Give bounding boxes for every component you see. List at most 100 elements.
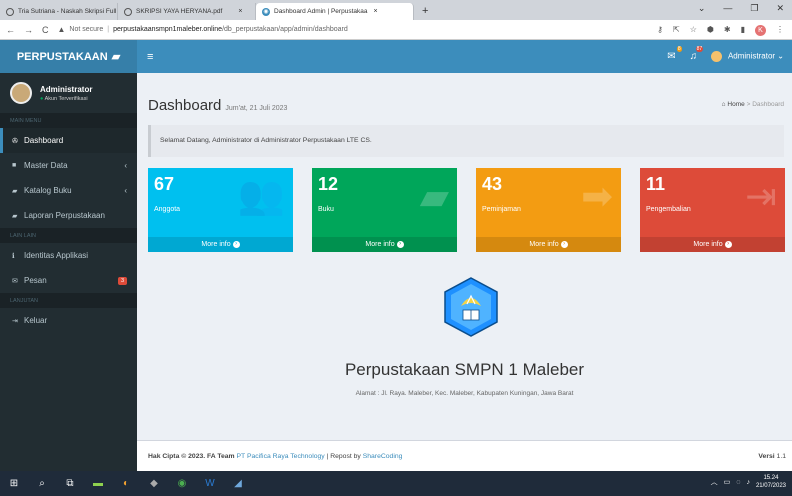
- search-icon[interactable]: ⌕: [28, 471, 56, 496]
- sidebar-item-katalog-buku[interactable]: ▰ Katalog Buku ‹: [0, 178, 137, 203]
- page-date: Jum'at, 21 Juli 2023: [225, 105, 288, 112]
- stat-boxes: 67 Anggota 👥 More info › 12 Buku ▰ More …: [148, 168, 788, 252]
- app-logo[interactable]: PERPUSTAKAAN ▰: [0, 40, 137, 73]
- volume-icon[interactable]: ♪: [746, 479, 750, 486]
- browser-tab-1[interactable]: Tria Sutriana - Naskah Skripsi Full ×: [0, 3, 118, 20]
- chrome-icon[interactable]: ◉: [168, 471, 196, 496]
- windows-taskbar: ⊞ ⌕ ⧉ ▬ ◐ ◆ ◉ W ◢ ︿ ▭ ◌ ♪ 15.24 21/07/20…: [0, 471, 792, 496]
- bell-icon[interactable]: ♫ 87: [690, 46, 704, 62]
- security-label[interactable]: Not secure: [69, 26, 103, 33]
- online-dot-icon: ●: [40, 95, 44, 102]
- site-favicon: ◉: [262, 7, 270, 16]
- chevron-down-icon[interactable]: ⌄: [698, 3, 706, 14]
- browser-tab-strip: Tria Sutriana - Naskah Skripsi Full × SK…: [0, 0, 792, 20]
- sidebar-item-dashboard[interactable]: ✇ Dashboard: [0, 128, 137, 153]
- profile-avatar[interactable]: K: [755, 25, 766, 36]
- chevron-left-icon: ‹: [124, 186, 127, 195]
- chevron-up-icon[interactable]: ︿: [711, 477, 718, 487]
- restore-icon[interactable]: ❐: [750, 3, 758, 14]
- puzzle-icon[interactable]: ✱: [724, 25, 731, 36]
- footer: Hak Cipta © 2023. FA Team PT Pacifica Ra…: [137, 440, 792, 471]
- close-tab-icon[interactable]: ×: [238, 8, 242, 15]
- new-tab-button[interactable]: +: [414, 3, 436, 20]
- mail-icon[interactable]: ✉ 8: [667, 46, 682, 62]
- chevron-down-icon: ⌄: [777, 51, 784, 61]
- more-info-link[interactable]: More info ›: [148, 237, 293, 252]
- forward-icon[interactable]: →: [24, 25, 33, 35]
- chevron-left-icon: ‹: [124, 161, 127, 170]
- app-icon[interactable]: ◆: [140, 471, 168, 496]
- user-panel: Administrator ● Akun Terverifikasi: [0, 73, 137, 113]
- warning-icon[interactable]: ▲: [58, 25, 66, 34]
- system-tray: ︿ ▭ ◌ ♪ 15.24 21/07/2023: [711, 474, 786, 490]
- app-icon[interactable]: ◐: [112, 471, 140, 496]
- arrow-circle-right-icon: ›: [724, 240, 732, 248]
- reload-icon[interactable]: C: [42, 25, 49, 35]
- library-address: Alamat : Jl. Raya. Maleber, Kec. Maleber…: [355, 390, 574, 397]
- footer-company-link[interactable]: PT Pacifica Raya Technology: [237, 453, 325, 460]
- stat-box-pengembalian: 11 Pengembalian ⇥ More info ›: [640, 168, 785, 252]
- page-title: Dashboard Jum'at, 21 Juli 2023: [148, 97, 288, 114]
- address-bar: ← → C ▲ Not secure | perpustakaansmpn1ma…: [0, 20, 792, 40]
- avatar: [711, 51, 723, 62]
- window-controls: ⌄ — ❐ ✕: [698, 3, 784, 14]
- book-icon: ▰: [111, 51, 121, 63]
- more-info-link[interactable]: More info ›: [640, 237, 785, 252]
- library-name: Perpustakaan SMPN 1 Maleber: [344, 360, 585, 379]
- welcome-callout: Selamat Datang, Administrator di Adminis…: [148, 125, 784, 157]
- word-icon[interactable]: W: [196, 471, 224, 496]
- book-icon: ▰: [419, 176, 449, 218]
- battery-icon[interactable]: ▭: [724, 478, 731, 486]
- close-window-icon[interactable]: ✕: [776, 3, 784, 14]
- sidebar-item-laporan[interactable]: ▰ Laporan Perpustakaan: [0, 203, 137, 228]
- breadcrumb-current: Dashboard: [752, 101, 784, 108]
- arrow-circle-right-icon: ›: [396, 240, 404, 248]
- clock[interactable]: 15.24 21/07/2023: [756, 474, 786, 490]
- home-icon: ⌂: [721, 101, 726, 108]
- sign-in-icon: ⇥: [745, 176, 777, 218]
- chrome-icon: [124, 7, 132, 16]
- minimize-icon[interactable]: —: [723, 3, 732, 14]
- key-icon[interactable]: ⚷: [657, 25, 663, 36]
- breadcrumb-home[interactable]: Home: [727, 101, 744, 108]
- menu-kebab-icon[interactable]: ⋮: [776, 25, 784, 36]
- book-icon: ▰: [12, 187, 18, 195]
- browser-tab-2[interactable]: SKRIPSI YAYA HERYANA.pdf ×: [118, 3, 256, 20]
- avatar: [10, 82, 32, 104]
- windows-start-icon[interactable]: ⊞: [0, 471, 28, 496]
- app-icon[interactable]: ◢: [224, 471, 252, 496]
- stat-box-buku: 12 Buku ▰ More info ›: [312, 168, 457, 252]
- back-icon[interactable]: ←: [6, 25, 15, 35]
- sidepanel-icon[interactable]: ▮: [741, 25, 745, 36]
- user-menu[interactable]: Administrator ⌄: [711, 51, 784, 62]
- network-icon[interactable]: ◌: [736, 479, 740, 486]
- main-content: Dashboard Jum'at, 21 Juli 2023 ⌂ Home > D…: [137, 73, 792, 471]
- more-info-link[interactable]: More info ›: [476, 237, 621, 252]
- version-label: Versi 1.1: [758, 453, 786, 460]
- sidebar-item-master-data[interactable]: ■ Master Data ‹: [0, 153, 137, 178]
- sidebar-item-pesan[interactable]: ✉ Pesan 3: [0, 268, 137, 293]
- message-count-badge: 3: [117, 276, 127, 285]
- browser-tab-3[interactable]: ◉ Dashboard Admin | Perpustakaa ×: [256, 3, 414, 20]
- task-view-icon[interactable]: ⧉: [56, 471, 84, 496]
- shield-icon[interactable]: ⬢: [707, 25, 714, 36]
- close-tab-icon[interactable]: ×: [373, 8, 377, 15]
- arrow-circle-right-icon: ›: [560, 240, 568, 248]
- sidebar-toggle-icon[interactable]: ≡: [147, 51, 153, 63]
- sidebar-item-identitas[interactable]: ℹ Identitas Applikasi: [0, 243, 137, 268]
- browser-extensions: ⚷ ⇱ ☆ ⬢ ✱ ▮ K ⋮: [657, 25, 784, 36]
- logout-icon: ⇥: [12, 317, 18, 325]
- section-header: MAIN MENU: [0, 113, 137, 128]
- url-text[interactable]: perpustakaansmpn1maleber.online/db_perpu…: [113, 26, 348, 33]
- sidebar-item-keluar[interactable]: ⇥ Keluar: [0, 308, 137, 333]
- breadcrumb: ⌂ Home > Dashboard: [721, 101, 784, 108]
- stat-box-peminjaman: 43 Peminjaman ➡ More info ›: [476, 168, 621, 252]
- star-icon[interactable]: ☆: [690, 25, 697, 36]
- more-info-link[interactable]: More info ›: [312, 237, 457, 252]
- chrome-icon: [6, 7, 14, 16]
- share-icon[interactable]: ⇱: [673, 25, 680, 36]
- app-icon[interactable]: ▬: [84, 471, 112, 496]
- book-icon: ▰: [12, 212, 18, 220]
- tut-wuri-handayani-logo: [444, 277, 498, 337]
- footer-repost-link[interactable]: ShareCoding: [363, 453, 403, 460]
